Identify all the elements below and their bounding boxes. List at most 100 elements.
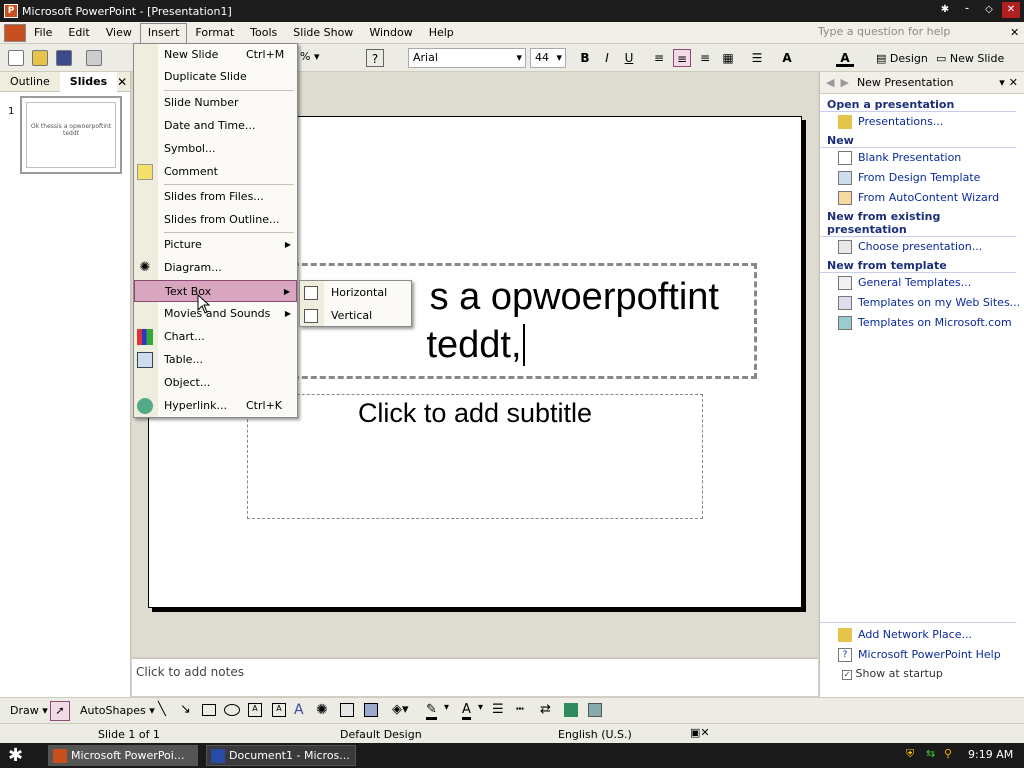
link-choose[interactable]: Choose presentation... [820,237,1024,257]
dash-style-icon[interactable]: ┅ [516,702,524,717]
notes-pane[interactable]: Click to add notes [132,658,818,696]
tab-outline[interactable]: Outline [0,72,60,92]
font-color-dropdown-icon[interactable]: ▾ [478,702,483,713]
wordart-icon[interactable]: A [294,702,304,718]
close-document-icon[interactable]: ✕ [1010,26,1019,39]
shield-icon[interactable]: ⛨ [906,747,914,761]
rectangle-icon[interactable] [202,704,216,716]
menu-hyperlink[interactable]: Hyperlink... Ctrl+K [134,395,297,417]
clip-art-icon[interactable] [340,703,354,717]
menu-picture[interactable]: Picture ▶ [134,234,297,256]
start-star-icon[interactable]: ✱ [8,745,23,766]
zoom-box[interactable]: % ▾ [296,48,354,68]
diagram-icon[interactable]: ✺ [316,702,328,718]
design-button[interactable]: ▤ Design [876,52,928,65]
fill-color-icon[interactable]: ◈▾ [392,702,409,717]
line-color-dropdown-icon[interactable]: ▾ [444,702,449,713]
align-center-icon[interactable]: ≡ [673,49,691,67]
font-size-box[interactable]: 44 ▾ [530,48,566,68]
menu-slide-number[interactable]: Slide Number [134,92,297,114]
align-left-icon[interactable]: ≡ [650,49,668,67]
close-pane-icon[interactable]: ✕ [117,75,127,89]
back-arrow-icon[interactable]: ◀ [826,76,834,89]
restore-star-icon[interactable]: ✱ [936,2,954,18]
link-general-templates[interactable]: General Templates... [820,273,1024,293]
link-presentations[interactable]: Presentations... [820,112,1024,132]
link-blank[interactable]: Blank Presentation [820,148,1024,168]
select-pointer-icon[interactable]: ➚ [50,701,70,721]
vertical-text-box-icon[interactable]: A [272,703,286,717]
menu-table[interactable]: Table... [134,349,297,371]
link-design-template[interactable]: From Design Template [820,168,1024,188]
menu-date-time[interactable]: Date and Time... [134,115,297,137]
justify-icon[interactable]: ▦ [719,49,737,67]
bold-button[interactable]: B [576,49,594,67]
italic-button[interactable]: I [598,49,616,67]
draw-menu[interactable]: Draw ▾ [10,704,48,717]
menu-object[interactable]: Object... [134,372,297,394]
new-slide-button[interactable]: ▭ New Slide [936,52,1004,65]
menu-duplicate-slide[interactable]: Duplicate Slide [134,66,297,88]
picture-icon[interactable] [364,703,378,717]
minimize-icon[interactable]: ⁃ [958,2,976,18]
arrow-style-icon[interactable]: ⇄ [540,702,551,717]
network-icon[interactable]: ⇆ [926,747,935,760]
menu-file[interactable]: File [26,23,60,43]
help-question-icon[interactable]: ? [366,49,384,67]
font-name-box[interactable]: Arial ▾ [408,48,526,68]
shadow-style-icon[interactable] [564,703,578,717]
oval-icon[interactable] [224,704,240,716]
link-help[interactable]: ? Microsoft PowerPoint Help [820,645,1024,665]
menu-window[interactable]: Window [361,23,420,43]
powerpoint-app-icon[interactable]: P [4,4,18,18]
task-pane-dropdown-icon[interactable]: ▾ [999,76,1005,89]
tab-slides[interactable]: Slides [59,71,118,92]
menu-help[interactable]: Help [421,23,462,43]
task-pane-close-icon[interactable]: ✕ [1009,76,1018,89]
bullets-icon[interactable]: ☰ [748,49,766,67]
underline-button[interactable]: U [620,49,638,67]
menu-slide-show[interactable]: Slide Show [285,23,361,43]
menu-insert[interactable]: Insert [139,22,188,43]
new-icon[interactable] [8,50,24,66]
task-powerpoint[interactable]: Microsoft PowerPoi... [48,745,198,766]
increase-font-icon[interactable]: A [778,49,796,67]
show-at-startup-checkbox[interactable]: ✓ Show at startup [842,667,943,680]
line-icon[interactable]: ╲ [158,702,166,717]
menu-text-box[interactable]: Text Box ▶ [134,280,297,302]
arrow-icon[interactable]: ↘ [180,702,191,717]
font-color-icon[interactable]: A [836,49,854,67]
menu-new-slide[interactable]: New Slide Ctrl+M [134,44,297,66]
print-icon[interactable] [86,50,102,66]
menu-format[interactable]: Format [187,23,242,43]
menu-diagram[interactable]: ✺ Diagram... [134,257,297,279]
document-icon[interactable] [4,23,26,42]
open-icon[interactable] [32,50,48,66]
link-network-place[interactable]: Add Network Place... [820,625,1024,645]
line-color-icon[interactable]: ✎ [426,702,437,720]
menu-slides-from-outline[interactable]: Slides from Outline... [134,209,297,231]
submenu-vertical[interactable]: Vertical [300,305,411,327]
menu-chart[interactable]: Chart... [134,326,297,348]
menu-edit[interactable]: Edit [60,23,97,43]
submenu-horizontal[interactable]: Horizontal [300,282,411,304]
search-icon[interactable]: ⚲ [944,747,952,760]
menu-slides-from-files[interactable]: Slides from Files... [134,186,297,208]
menu-tools[interactable]: Tools [242,23,285,43]
close-icon[interactable]: ✕ [1002,2,1020,18]
text-box-icon[interactable]: A [248,703,262,717]
autoshapes-menu[interactable]: AutoShapes ▾ [80,704,155,717]
help-question-input[interactable]: Type a question for help [814,25,984,41]
task-word[interactable]: Document1 - Micros... [206,745,356,766]
slide-thumbnail[interactable]: Ok thessis a opwoerpoftint teddt [20,96,122,174]
menu-view[interactable]: View [98,23,140,43]
menu-movies-sounds[interactable]: Movies and Sounds ▶ [134,303,297,325]
menu-symbol[interactable]: Symbol... [134,138,297,160]
3d-style-icon[interactable] [588,703,602,717]
link-microsoft-templates[interactable]: Templates on Microsoft.com [820,313,1024,333]
subtitle-text[interactable]: Click to add subtitle [247,398,703,429]
maximize-icon[interactable]: ◇ [980,2,998,18]
line-style-icon[interactable]: ☰ [492,702,504,717]
align-right-icon[interactable]: ≡ [696,49,714,67]
font-color-draw-icon[interactable]: A [462,702,471,720]
